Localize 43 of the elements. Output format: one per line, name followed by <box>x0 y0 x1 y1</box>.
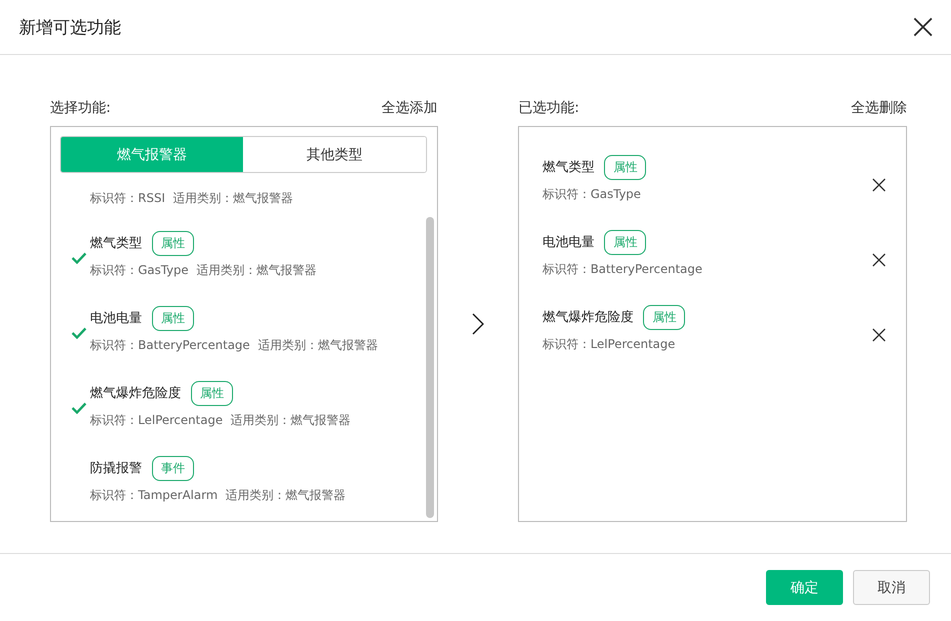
feature-name: 燃气爆炸危险度 <box>90 385 181 402</box>
feature-type-tag: 属性 <box>191 380 233 406</box>
remove-all-link[interactable]: 全选删除 <box>851 99 907 117</box>
remove-button[interactable] <box>872 252 886 266</box>
feature-name: 电池电量 <box>90 310 142 327</box>
identifier-text: 标识符：RSSI <box>90 190 166 207</box>
feature-type-tag: 属性 <box>643 304 686 330</box>
close-icon <box>872 328 886 342</box>
feature-type-tag: 事件 <box>152 456 194 480</box>
select-all-add-link[interactable]: 全选添加 <box>382 99 438 117</box>
close-icon <box>913 17 933 37</box>
identifier-text: 标识符：TamperAlarm <box>90 486 218 504</box>
feature-type-tag: 属性 <box>604 154 646 180</box>
close-icon <box>872 178 886 192</box>
feature-name: 燃气类型 <box>542 159 594 176</box>
remove-button[interactable] <box>872 328 886 342</box>
chevron-right-icon[interactable] <box>472 313 484 335</box>
section-label: 已选功能: <box>518 99 580 117</box>
category-text: 适用类别：燃气报警器 <box>196 262 316 278</box>
feature-name: 电池电量 <box>542 234 594 251</box>
identifier-text: 标识符：GasType <box>542 186 642 202</box>
feature-name: 防撬报警 <box>90 460 142 477</box>
scrollbar-thumb[interactable] <box>426 217 434 518</box>
dialog-title: 新增可选功能 <box>19 16 121 38</box>
category-text: 适用类别：燃气报警器 <box>173 190 294 207</box>
feature-type-tag: 属性 <box>604 230 646 254</box>
identifier-text: 标识符：GasType <box>90 262 188 278</box>
cancel-button[interactable]: 取消 <box>853 570 930 605</box>
feature-type-tag: 属性 <box>152 306 194 330</box>
identifier-text: 标识符：BatteryPercentage <box>542 260 702 278</box>
feature-name: 燃气类型 <box>90 235 142 252</box>
category-text: 适用类别：燃气报警器 <box>226 486 346 504</box>
close-icon <box>872 252 886 266</box>
close-button[interactable] <box>913 17 933 37</box>
category-text: 适用类别：燃气报警器 <box>258 336 378 354</box>
section-label: 选择功能: <box>50 99 111 117</box>
remove-button[interactable] <box>872 178 886 192</box>
identifier-text: 标识符：LelPercentage <box>90 412 223 428</box>
feature-type-tag: 属性 <box>152 230 194 256</box>
category-text: 适用类别：燃气报警器 <box>230 412 351 428</box>
identifier-text: 标识符：BatteryPercentage <box>90 336 250 354</box>
feature-name: 燃气爆炸危险度 <box>542 309 634 326</box>
identifier-text: 标识符：LelPercentage <box>542 336 676 352</box>
